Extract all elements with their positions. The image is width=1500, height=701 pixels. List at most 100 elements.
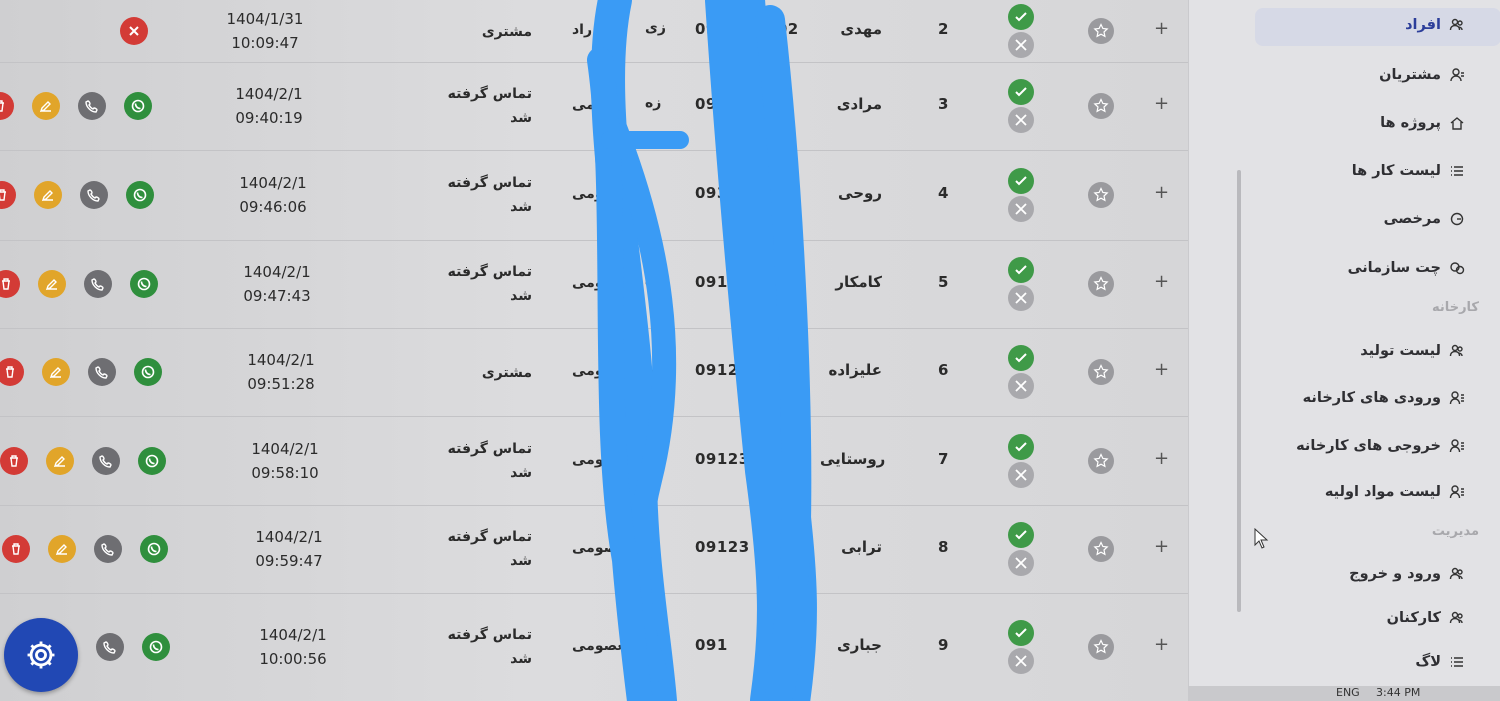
reject-button[interactable] <box>1008 285 1034 311</box>
reject-button[interactable] <box>1008 196 1034 222</box>
sidebar-item-management-2[interactable]: لاگ <box>1415 654 1465 670</box>
sidebar-item-main-1[interactable]: مشتریان <box>1379 67 1465 83</box>
sidebar-item-management-1[interactable]: کارکنان <box>1387 610 1465 626</box>
status-text: تماس گرفته شد <box>447 440 532 481</box>
created-time: 09:47:43 <box>243 287 311 305</box>
windows-taskbar: ENG 3:44 PM <box>1188 686 1500 701</box>
source-name: صومی <box>572 275 618 291</box>
sidebar-item-label: ورودی های کارخانه <box>1302 390 1441 406</box>
contact-name: روستایی <box>820 449 886 468</box>
taskbar-clock[interactable]: 3:44 PM <box>1376 686 1420 699</box>
phone-button[interactable] <box>78 92 106 120</box>
sidebar-item-main-0[interactable]: افراد <box>1405 17 1465 33</box>
phone-number-suffix: 9 <box>755 184 766 202</box>
expand-row-button[interactable]: + <box>1154 448 1169 469</box>
delete-button[interactable] <box>0 446 28 475</box>
edit-button[interactable] <box>42 358 70 386</box>
favorite-button[interactable] <box>1088 18 1114 44</box>
check-icon <box>1015 176 1027 186</box>
whatsapp-icon <box>137 277 151 291</box>
approve-button[interactable] <box>1008 345 1034 371</box>
reject-button[interactable] <box>1008 107 1034 133</box>
sidebar-item-factory-0[interactable]: لیست تولید <box>1360 343 1465 359</box>
expand-row-button[interactable]: + <box>1154 536 1169 557</box>
sidebar-item-main-3[interactable]: لیست کار ها <box>1352 163 1465 179</box>
expand-row-button[interactable]: + <box>1154 182 1169 203</box>
favorite-button[interactable] <box>1088 271 1114 297</box>
edit-button[interactable] <box>46 446 74 475</box>
phone-icon <box>95 366 108 379</box>
whatsapp-icon <box>147 542 161 556</box>
approve-button[interactable] <box>1008 620 1034 646</box>
approve-button[interactable] <box>1008 168 1034 194</box>
whatsapp-button[interactable] <box>138 446 166 475</box>
whatsapp-button[interactable] <box>142 633 170 661</box>
favorite-button[interactable] <box>1088 359 1114 385</box>
settings-button[interactable] <box>4 618 78 692</box>
favorite-button[interactable] <box>1088 536 1114 562</box>
edit-button[interactable] <box>48 535 76 563</box>
sidebar-item-factory-1[interactable]: ورودی های کارخانه <box>1303 390 1465 406</box>
phone-button[interactable] <box>80 181 108 209</box>
taskbar-lang[interactable]: ENG <box>1336 686 1360 699</box>
pencil-icon <box>41 190 53 202</box>
sidebar-scrollbar[interactable] <box>1237 170 1241 612</box>
whatsapp-button[interactable] <box>130 270 158 298</box>
phone-number-prefix: 0911 <box>695 273 739 291</box>
sidebar-item-factory-2[interactable]: خروجی های کارخانه <box>1296 438 1465 454</box>
close-icon <box>1015 468 1027 481</box>
delete-button[interactable] <box>2 535 30 563</box>
whatsapp-button[interactable] <box>134 358 162 386</box>
whatsapp-button[interactable] <box>124 92 152 120</box>
phone-number-prefix: 091233 <box>695 449 761 468</box>
source-name: معصومی <box>572 186 634 202</box>
favorite-button[interactable] <box>1088 447 1114 474</box>
expand-row-button[interactable]: + <box>1154 634 1169 655</box>
phone-icon <box>101 543 114 556</box>
customers-icon <box>1450 68 1464 82</box>
sidebar-item-label: لیست مواد اولیه <box>1324 484 1441 500</box>
phone-number-prefix: 091 <box>695 636 728 654</box>
sidebar-item-main-4[interactable]: مرخصی <box>1384 211 1465 227</box>
reject-button[interactable] <box>1008 32 1034 58</box>
contact-name: علیزاده <box>828 361 882 379</box>
created-date: 1404/2/1 <box>255 528 323 546</box>
approve-button[interactable] <box>1008 4 1034 30</box>
approve-button[interactable] <box>1008 79 1034 105</box>
whatsapp-button[interactable] <box>140 535 168 563</box>
sidebar-item-management-0[interactable]: ورود و خروج <box>1349 566 1465 582</box>
approve-button[interactable] <box>1008 522 1034 548</box>
phone-button[interactable] <box>96 633 124 661</box>
expand-row-button[interactable]: + <box>1154 18 1169 39</box>
reject-button[interactable] <box>1008 550 1034 576</box>
favorite-button[interactable] <box>1088 182 1114 208</box>
sidebar-item-main-2[interactable]: پروژه ها <box>1380 115 1465 131</box>
whatsapp-button[interactable] <box>126 181 154 209</box>
edit-button[interactable] <box>32 92 60 120</box>
check-icon <box>1015 530 1027 540</box>
trash-icon <box>2 278 10 290</box>
sidebar: افراد مشتریان پروژه ها لیست کار ها مرخصی چت س… <box>1188 0 1500 686</box>
phone-button[interactable] <box>88 358 116 386</box>
approve-button[interactable] <box>1008 257 1034 283</box>
approve-button[interactable] <box>1008 433 1034 460</box>
reject-button[interactable] <box>1008 461 1034 488</box>
favorite-button[interactable] <box>1088 93 1114 119</box>
phone-button[interactable] <box>94 535 122 563</box>
expand-row-button[interactable]: + <box>1154 271 1169 292</box>
edit-button[interactable] <box>38 270 66 298</box>
sidebar-item-main-5[interactable]: چت سازمانی <box>1348 260 1465 276</box>
phone-icon <box>103 641 116 654</box>
expand-row-button[interactable]: + <box>1154 93 1169 114</box>
reject-button[interactable] <box>1008 648 1034 674</box>
status-text: تماس گرفته شد <box>447 627 532 667</box>
remove-button[interactable] <box>120 17 148 45</box>
pencil-icon <box>49 367 61 379</box>
sidebar-item-factory-3[interactable]: لیست مواد اولیه <box>1325 484 1465 500</box>
favorite-button[interactable] <box>1088 634 1114 660</box>
phone-button[interactable] <box>92 446 120 475</box>
expand-row-button[interactable]: + <box>1154 359 1169 380</box>
reject-button[interactable] <box>1008 373 1034 399</box>
phone-button[interactable] <box>84 270 112 298</box>
edit-button[interactable] <box>34 181 62 209</box>
